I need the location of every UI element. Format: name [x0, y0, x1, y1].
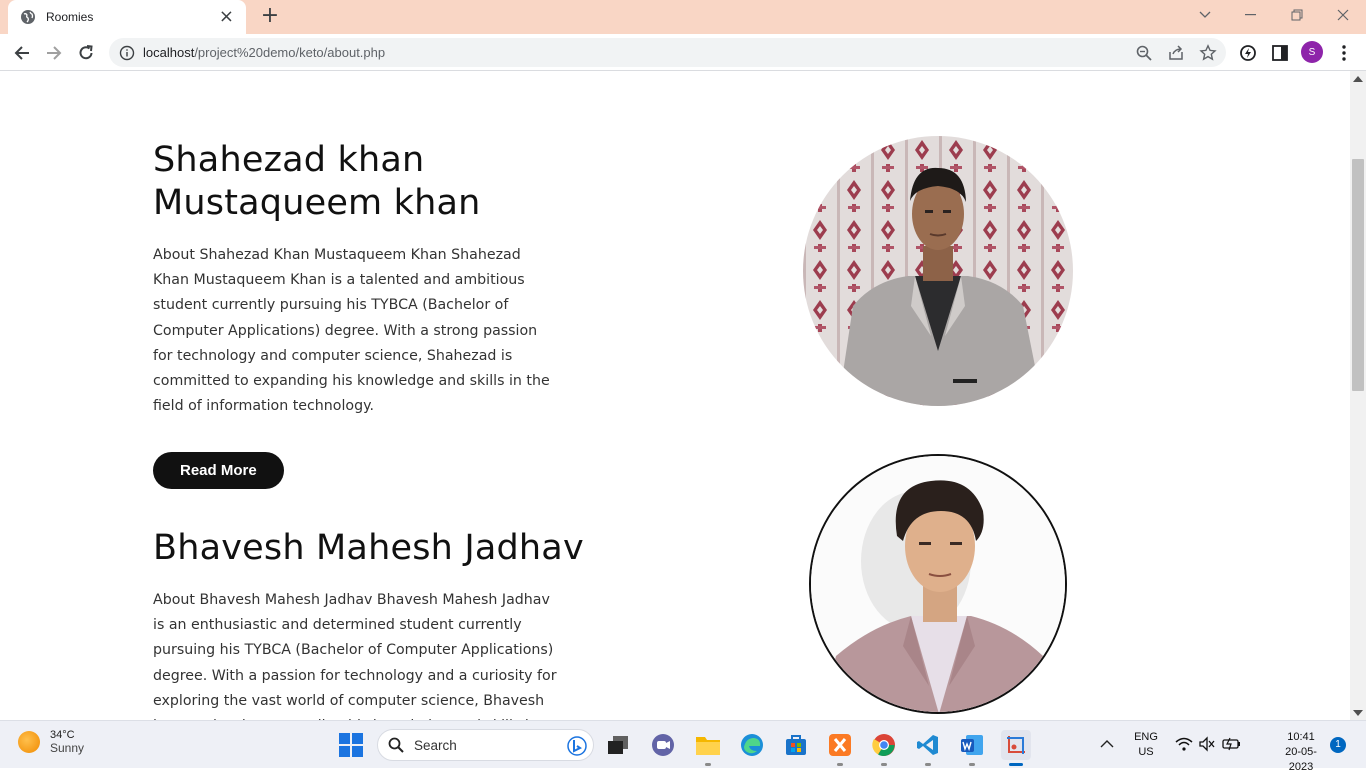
member-photo: [809, 454, 1067, 714]
wifi-icon[interactable]: [1175, 737, 1193, 751]
page-content: Shahezad khan Mustaqueem khan About Shahe…: [0, 71, 1350, 720]
search-icon: [388, 737, 404, 753]
edge-icon: [741, 734, 763, 756]
store-icon: [786, 735, 806, 755]
sun-icon: [18, 731, 40, 753]
close-tab-icon[interactable]: ×: [219, 8, 234, 26]
member-photo: [803, 136, 1073, 406]
info-icon[interactable]: [119, 45, 135, 61]
snipping-tool-button[interactable]: [1001, 730, 1031, 766]
tab-search-button[interactable]: [1182, 0, 1228, 30]
page-scrollbar[interactable]: [1350, 71, 1366, 720]
clock-time: 10:41: [1287, 731, 1315, 743]
restore-button[interactable]: [1274, 0, 1320, 30]
menu-icon[interactable]: [1334, 43, 1354, 63]
member-card: Bhavesh Mahesh Jadhav About Bhavesh Mahe…: [153, 527, 584, 720]
chat-icon: [652, 734, 674, 756]
new-tab-button[interactable]: +: [258, 4, 282, 28]
store-button[interactable]: [781, 730, 811, 760]
windows-logo-icon: [339, 733, 363, 757]
vscode-icon: [917, 735, 938, 755]
side-panel-icon[interactable]: [1270, 43, 1290, 63]
file-explorer-button[interactable]: [693, 730, 723, 766]
scroll-up-icon[interactable]: [1353, 76, 1363, 82]
clock[interactable]: 10:41 20-05-2023: [1276, 730, 1326, 775]
chevron-up-icon[interactable]: [1100, 739, 1114, 749]
scrollbar-thumb[interactable]: [1352, 159, 1364, 391]
member-about: About Bhavesh Mahesh Jadhav Bhavesh Mahe…: [153, 592, 557, 720]
search-label: Search: [414, 737, 457, 753]
bing-icon: [567, 736, 587, 756]
forward-button[interactable]: [41, 40, 67, 66]
task-view-button[interactable]: [603, 730, 633, 760]
snipping-tool-icon: [1007, 736, 1025, 754]
profile-avatar[interactable]: S: [1301, 41, 1323, 63]
browser-tab[interactable]: Roomies ×: [8, 0, 246, 34]
close-icon: [1337, 9, 1349, 21]
chrome-icon: [872, 734, 895, 756]
tab-title: Roomies: [46, 10, 94, 24]
close-window-button[interactable]: [1320, 0, 1366, 30]
member-name: Bhavesh Mahesh Jadhav: [153, 528, 584, 568]
edge-button[interactable]: [737, 730, 767, 760]
chevron-down-icon: [1199, 11, 1211, 18]
reload-icon: [79, 45, 93, 60]
restore-icon: [1291, 9, 1303, 21]
xampp-button[interactable]: [825, 730, 855, 766]
tab-strip: Roomies × +: [0, 0, 1366, 34]
word-button[interactable]: [957, 730, 987, 766]
weather-condition: Sunny: [50, 741, 85, 755]
back-button[interactable]: [9, 40, 35, 66]
zoom-icon[interactable]: [1135, 44, 1153, 62]
minimize-icon: [1245, 14, 1256, 16]
language-indicator[interactable]: ENG US: [1128, 730, 1164, 760]
url-text: localhost/project%20demo/keto/about.php: [143, 45, 386, 60]
clock-date: 20-05-2023: [1285, 746, 1317, 773]
bookmark-star-icon[interactable]: [1199, 44, 1217, 62]
vscode-button[interactable]: [913, 730, 943, 766]
browser-toolbar: localhost/project%20demo/keto/about.php: [0, 34, 1366, 71]
extensions-icon[interactable]: [1238, 43, 1258, 63]
read-more-button[interactable]: Read More: [153, 452, 284, 490]
arrow-left-icon: [14, 46, 29, 60]
xampp-icon: [829, 734, 851, 756]
start-button[interactable]: [336, 730, 366, 760]
word-icon: [961, 735, 983, 755]
member-card: Shahezad khan Mustaqueem khan About Shahe…: [153, 139, 557, 490]
task-view-icon: [608, 736, 628, 754]
share-icon[interactable]: [1167, 44, 1185, 62]
arrow-right-icon: [47, 46, 62, 60]
address-bar[interactable]: localhost/project%20demo/keto/about.php: [109, 38, 1226, 67]
reload-button[interactable]: [73, 40, 99, 66]
speaker-muted-icon[interactable]: [1198, 736, 1216, 752]
teams-chat-button[interactable]: [648, 730, 678, 760]
scroll-down-icon[interactable]: [1353, 710, 1363, 716]
battery-icon[interactable]: [1222, 736, 1242, 752]
weather-temperature: 34°C: [50, 729, 75, 741]
member-name: Shahezad khan Mustaqueem khan: [153, 140, 481, 223]
member-about: About Shahezad Khan Mustaqueem Khan Shah…: [153, 247, 550, 415]
taskbar-search[interactable]: Search: [377, 729, 594, 761]
chrome-button[interactable]: [869, 730, 899, 766]
taskbar: 34°C Sunny Search ENG US 10:41 20-05-202…: [0, 720, 1366, 773]
globe-icon: [21, 10, 35, 24]
folder-icon: [696, 737, 720, 755]
weather-widget[interactable]: 34°C Sunny: [18, 729, 84, 755]
notification-badge[interactable]: 1: [1330, 737, 1346, 753]
minimize-button[interactable]: [1228, 0, 1274, 30]
